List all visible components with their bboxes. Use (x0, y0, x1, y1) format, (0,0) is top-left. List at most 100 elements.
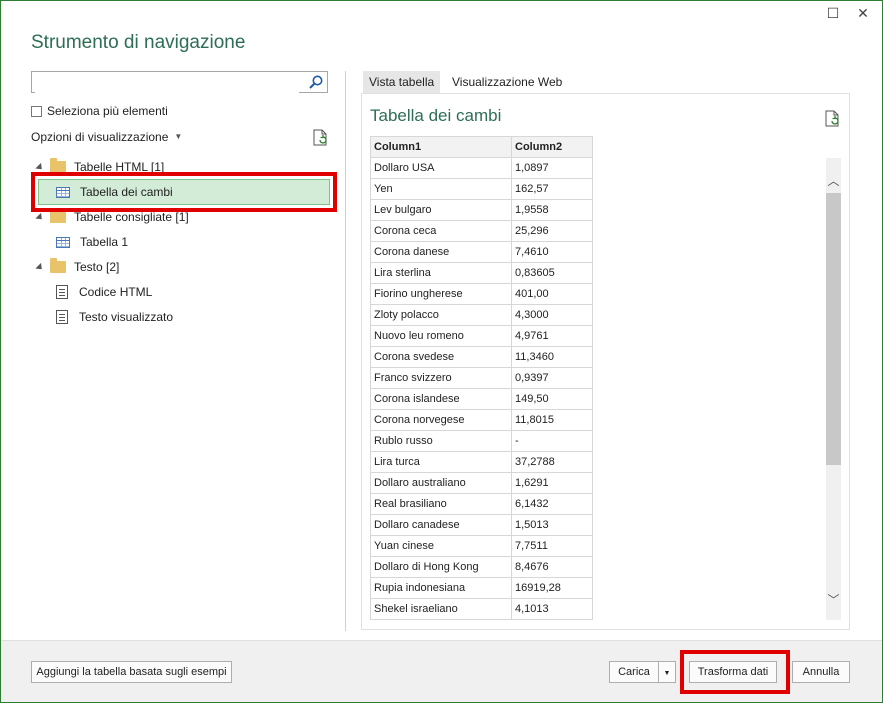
currency-cell: Shekel israeliano (370, 598, 512, 620)
collapse-triangle-icon[interactable] (35, 162, 45, 172)
currency-cell: Dollaro australiano (370, 472, 512, 494)
folder-icon (50, 258, 66, 273)
rate-cell: 0,9397 (511, 367, 593, 389)
currency-cell: Zloty polacco (370, 304, 512, 326)
table-row: Lev bulgaro 1,9558 (370, 199, 593, 221)
load-dropdown-button[interactable]: ▼ (659, 661, 676, 683)
tree-item-label: Tabella 1 (80, 235, 129, 249)
table-row: Shekel israeliano 4,1013 (370, 598, 593, 620)
currency-cell: Corona norvegese (370, 409, 512, 431)
search-box[interactable] (31, 71, 328, 93)
currency-cell: Yen (370, 178, 512, 200)
rate-cell: 1,0897 (511, 157, 593, 179)
currency-cell: Yuan cinese (370, 535, 512, 557)
cancel-button[interactable]: Annulla (792, 661, 850, 683)
scroll-down-icon[interactable]: ﹀ (826, 593, 841, 607)
scrollbar-thumb[interactable] (826, 193, 841, 465)
rate-cell: 149,50 (511, 388, 593, 410)
currency-cell: Corona danese (370, 241, 512, 263)
table-row: Lira turca 37,2788 (370, 451, 593, 473)
currency-cell: Corona ceca (370, 220, 512, 242)
table-row: Zloty polacco 4,3000 (370, 304, 593, 326)
tree-item-tabella-1[interactable]: Tabella 1 (56, 232, 128, 252)
preview-refresh-icon[interactable] (824, 110, 842, 128)
scroll-up-icon[interactable]: ︿ (826, 174, 841, 188)
currency-cell: Dollaro canadese (370, 514, 512, 536)
tree-item-html-code[interactable]: Codice HTML (56, 282, 152, 302)
dialog-title: Strumento di navigazione (31, 32, 246, 53)
preview-title: Tabella dei cambi (370, 106, 502, 125)
table-row: Real brasiliano 6,1432 (370, 493, 593, 515)
rate-cell: 0,83605 (511, 262, 593, 284)
chevron-down-icon: ▼ (663, 670, 671, 677)
multi-select-checkbox[interactable] (31, 105, 42, 117)
column-header[interactable]: Column1 (370, 136, 512, 158)
table-row: Lira sterlina 0,83605 (370, 262, 593, 284)
rate-cell: 7,7511 (511, 535, 593, 557)
currency-cell: Lev bulgaro (370, 199, 512, 221)
tree-item-label: Testo visualizzato (79, 310, 174, 324)
rate-cell: - (511, 430, 593, 452)
column-header[interactable]: Column2 (511, 136, 593, 158)
refresh-icon[interactable] (312, 129, 330, 147)
pane-divider (345, 71, 346, 631)
rate-cell: 1,5013 (511, 514, 593, 536)
rate-cell: 4,1013 (511, 598, 593, 620)
document-icon (56, 310, 68, 324)
tree-item-label: Tabelle consigliate [1] (74, 210, 189, 224)
rate-cell: 6,1432 (511, 493, 593, 515)
dropdown-caret-icon: ▼ (174, 132, 183, 141)
multi-select-option[interactable]: Seleziona più elementi (31, 104, 168, 118)
currency-cell: Dollaro USA (370, 157, 512, 179)
folder-icon (50, 208, 66, 223)
rate-cell: 37,2788 (511, 451, 593, 473)
currency-cell: Rupia indonesiana (370, 577, 512, 599)
currency-cell: Dollaro di Hong Kong (370, 556, 512, 578)
tab-web-view[interactable]: Visualizzazione Web (446, 71, 568, 93)
table-row: Dollaro di Hong Kong 8,4676 (370, 556, 593, 578)
table-row: Dollaro USA 1,0897 (370, 157, 593, 179)
table-header-row: Column1 Column2 (370, 136, 593, 158)
rate-cell: 16919,28 (511, 577, 593, 599)
table-row: Corona danese 7,4610 (370, 241, 593, 263)
collapse-triangle-icon[interactable] (35, 212, 45, 222)
rate-cell: 1,6291 (511, 472, 593, 494)
table-icon (56, 236, 70, 248)
tree-folder-text[interactable]: Testo [2] (35, 257, 120, 277)
table-row: Rublo russo - (370, 430, 593, 452)
currency-cell: Fiorino ungherese (370, 283, 512, 305)
collapse-triangle-icon[interactable] (35, 262, 45, 272)
rate-cell: 11,3460 (511, 346, 593, 368)
rate-cell: 11,8015 (511, 409, 593, 431)
currency-cell: Franco svizzero (370, 367, 512, 389)
table-row: Franco svizzero 0,9397 (370, 367, 593, 389)
rate-cell: 162,57 (511, 178, 593, 200)
preview-table: Column1 Column2 Dollaro USA 1,0897 Yen 162,… (370, 136, 593, 620)
rate-cell: 1,9558 (511, 199, 593, 221)
multi-select-label: Seleziona più elementi (47, 104, 168, 118)
table-row: Rupia indonesiana 16919,28 (370, 577, 593, 599)
currency-cell: Real brasiliano (370, 493, 512, 515)
search-input[interactable] (35, 73, 299, 93)
rate-cell: 7,4610 (511, 241, 593, 263)
close-button[interactable]: ✕ (853, 4, 873, 24)
table-row: Fiorino ungherese 401,00 (370, 283, 593, 305)
rate-cell: 8,4676 (511, 556, 593, 578)
rate-cell: 4,3000 (511, 304, 593, 326)
maximize-button[interactable]: ☐ (823, 4, 843, 24)
load-button[interactable]: Carica (609, 661, 659, 683)
tree-item-label: Testo [2] (74, 260, 120, 274)
table-row: Yen 162,57 (370, 178, 593, 200)
table-row: Nuovo leu romeno 4,9761 (370, 325, 593, 347)
tab-table-view[interactable]: Vista tabella (363, 71, 441, 93)
tree-item-displayed-text[interactable]: Testo visualizzato (56, 307, 173, 327)
rate-cell: 401,00 (511, 283, 593, 305)
table-row: Dollaro australiano 1,6291 (370, 472, 593, 494)
search-icon[interactable] (308, 74, 324, 90)
add-table-from-examples-button[interactable]: Aggiungi la tabella basata sugli esempi (31, 661, 232, 683)
view-options-dropdown[interactable]: Opzioni di visualizzazione ▼ (31, 130, 182, 144)
currency-cell: Corona svedese (370, 346, 512, 368)
table-row: Yuan cinese 7,7511 (370, 535, 593, 557)
currency-cell: Rublo russo (370, 430, 512, 452)
currency-cell: Corona islandese (370, 388, 512, 410)
